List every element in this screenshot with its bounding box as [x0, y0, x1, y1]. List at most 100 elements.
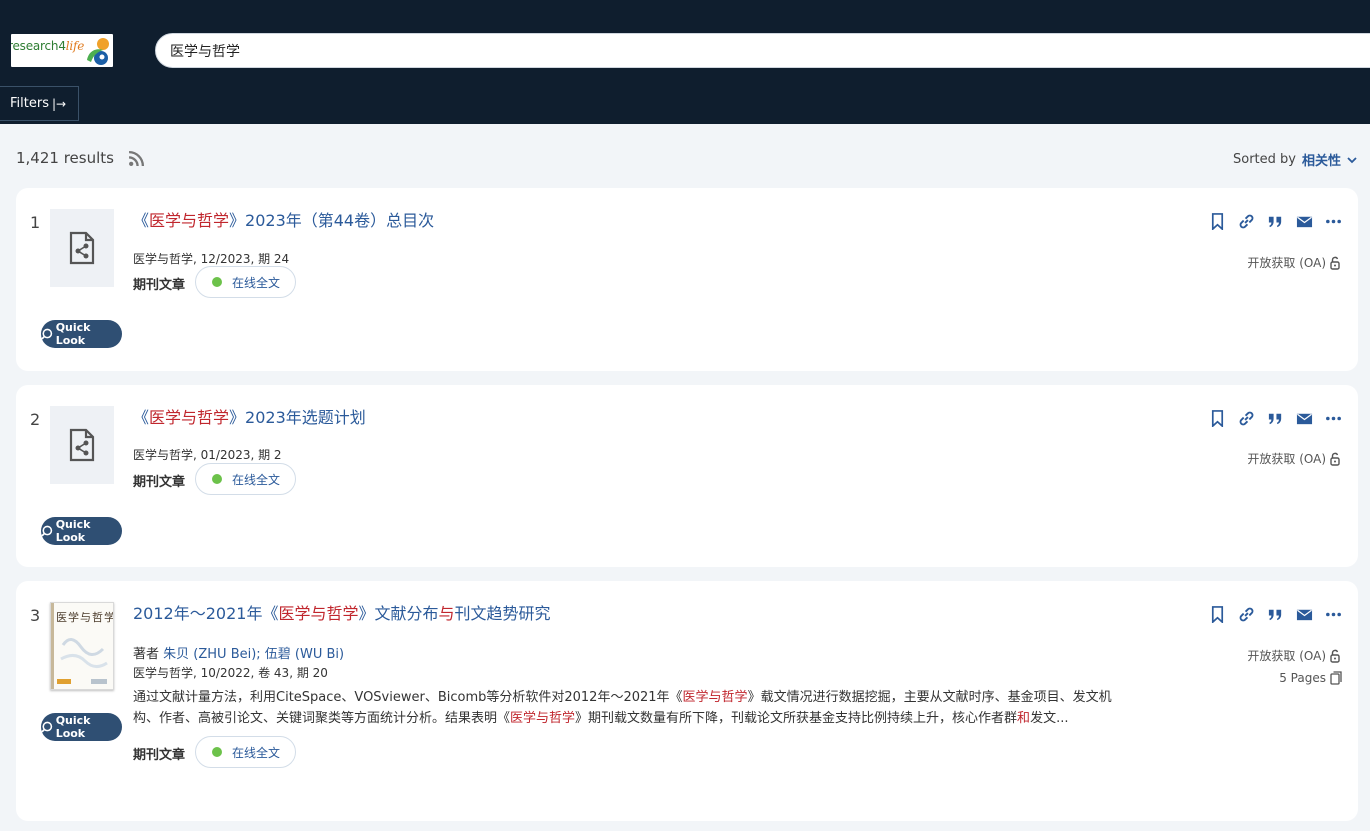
result-number: 3 [30, 606, 41, 625]
document-share-icon [69, 428, 95, 462]
open-access-badge: 开放获取 (OA) [1247, 450, 1340, 467]
permalink-icon[interactable] [1238, 410, 1255, 427]
open-lock-icon [1330, 649, 1340, 663]
content-type: 期刊文章 [133, 278, 186, 293]
open-access-label: 开放获取 (OA) [1247, 256, 1326, 270]
chevron-down-icon [1347, 156, 1357, 163]
result-number: 2 [30, 410, 41, 429]
cover-art-icon [51, 603, 108, 689]
title-part: 》2023年（第44卷）总目次 [229, 211, 435, 230]
logo-text: research4 [11, 38, 66, 53]
permalink-icon[interactable] [1238, 213, 1255, 230]
quick-look-label: Quick Look [55, 321, 91, 347]
content-type: 期刊文章 [133, 475, 186, 490]
search-input[interactable] [156, 34, 1370, 67]
result-abstract: 通过文献计量方法，利用CiteSpace、VOSviewer、Bicomb等分析… [133, 687, 1163, 729]
search-bar[interactable] [155, 33, 1370, 68]
online-fulltext-button[interactable]: 在线全文 [195, 463, 296, 495]
permalink-icon[interactable] [1238, 606, 1255, 623]
sort-value[interactable]: 相关性 [1302, 150, 1341, 169]
bookmark-icon[interactable] [1209, 213, 1226, 230]
result-source-meta: 医学与哲学, 10/2022, 卷 43, 期 20 [133, 666, 328, 680]
title-part: 》2023年选题计划 [229, 408, 366, 427]
logo-mark-icon [87, 38, 109, 65]
online-fulltext-button[interactable]: 在线全文 [195, 266, 296, 298]
quick-look-label: Quick Look [55, 518, 91, 544]
author-links[interactable]: 朱贝 (ZHU Bei); 伍碧 (WU Bi) [163, 647, 344, 662]
open-lock-icon [1330, 452, 1340, 466]
journal-cover-thumbnail[interactable]: 医学与哲学 [50, 602, 114, 690]
document-thumbnail[interactable] [50, 209, 114, 287]
quick-look-button[interactable]: Quick Look [41, 320, 122, 348]
result-authors: 著者 朱贝 (ZHU Bei); 伍碧 (WU Bi) [133, 643, 344, 662]
abstract-highlight: 医学与哲学 [682, 690, 748, 705]
sort-label: Sorted by [1233, 152, 1296, 167]
more-options-icon[interactable] [1325, 410, 1342, 427]
quick-look-icon [41, 721, 53, 733]
panel-open-arrow-icon: |→ [51, 96, 67, 111]
top-bar: research4life Filters |→ [0, 0, 1370, 124]
bookmark-icon[interactable] [1209, 410, 1226, 427]
open-access-label: 开放获取 (OA) [1247, 649, 1326, 663]
abstract-text: 发文... [1030, 711, 1069, 726]
pages-copy-icon [1330, 671, 1342, 685]
abstract-text: 构、作者、高被引论文、关键词聚类等方面统计分析。结果表明《 [133, 711, 511, 726]
result-actions [1209, 410, 1342, 427]
title-part: 》文献分布 [358, 604, 439, 623]
title-part: 2012年～2021年《 [133, 604, 279, 623]
result-title[interactable]: 2012年～2021年《医学与哲学》文献分布与刊文趋势研究 [133, 600, 551, 624]
document-thumbnail[interactable] [50, 406, 114, 484]
more-options-icon[interactable] [1325, 606, 1342, 623]
title-highlight: 医学与哲学 [149, 211, 230, 230]
online-fulltext-button[interactable]: 在线全文 [195, 736, 296, 768]
results-count-text: 1,421 results [16, 149, 114, 167]
result-title[interactable]: 《医学与哲学》2023年选题计划 [133, 404, 366, 428]
abstract-text: 》载文情况进行数据挖掘，主要从文献时序、基金项目、发文机 [747, 690, 1112, 705]
abstract-highlight: 和 [1017, 711, 1031, 726]
result-source-meta: 医学与哲学, 01/2023, 期 2 [133, 448, 282, 462]
more-options-icon[interactable] [1325, 213, 1342, 230]
page-count: 5 Pages [1279, 671, 1342, 685]
document-share-icon [69, 231, 95, 265]
fulltext-label: 在线全文 [232, 745, 281, 760]
title-highlight: 医学与哲学 [149, 408, 230, 427]
abstract-line: 通过文献计量方法，利用CiteSpace、VOSviewer、Bicomb等分析… [133, 687, 1163, 708]
open-access-label: 开放获取 (OA) [1247, 452, 1326, 466]
title-highlight: 与 [438, 604, 455, 623]
abstract-highlight: 医学与哲学 [510, 711, 576, 726]
email-icon[interactable] [1296, 606, 1313, 623]
abstract-line: 构、作者、高被引论文、关键词聚类等方面统计分析。结果表明《医学与哲学》期刊载文数… [133, 708, 1163, 729]
quick-look-button[interactable]: Quick Look [41, 713, 122, 741]
open-access-badge: 开放获取 (OA) [1247, 254, 1340, 271]
research4life-logo[interactable]: research4life [11, 34, 113, 67]
quick-look-button[interactable]: Quick Look [41, 517, 122, 545]
cite-quote-icon[interactable] [1267, 213, 1284, 230]
quick-look-icon [41, 328, 53, 340]
rss-feed-icon[interactable] [128, 150, 145, 167]
filters-button[interactable]: Filters |→ [0, 86, 79, 121]
cite-quote-icon[interactable] [1267, 410, 1284, 427]
available-dot-icon [212, 474, 222, 484]
bookmark-icon[interactable] [1209, 606, 1226, 623]
cite-quote-icon[interactable] [1267, 606, 1284, 623]
open-access-badge: 开放获取 (OA) [1247, 647, 1340, 664]
quick-look-icon [41, 525, 53, 537]
abstract-text: 》期刊载文数量有所下降，刊载论文所获基金支持比例持续上升，核心作者群 [575, 711, 1018, 726]
email-icon[interactable] [1296, 410, 1313, 427]
content-type: 期刊文章 [133, 748, 186, 763]
result-actions [1209, 213, 1342, 230]
sort-control[interactable]: Sorted by 相关性 [1233, 150, 1357, 169]
result-title[interactable]: 《医学与哲学》2023年（第44卷）总目次 [133, 207, 434, 231]
title-part: 《 [133, 408, 150, 427]
authors-label: 著者 [133, 647, 160, 662]
result-source-meta: 医学与哲学, 12/2023, 期 24 [133, 252, 290, 266]
available-dot-icon [212, 277, 222, 287]
fulltext-label: 在线全文 [232, 275, 281, 290]
result-number: 1 [30, 213, 41, 232]
email-icon[interactable] [1296, 213, 1313, 230]
title-part: 刊文趋势研究 [454, 604, 551, 623]
open-lock-icon [1330, 256, 1340, 270]
title-highlight: 医学与哲学 [278, 604, 359, 623]
result-card: 3 医学与哲学 2012年～2021年《医学与哲学》文献分布与刊文趋势研究 著者… [16, 581, 1358, 821]
available-dot-icon [212, 747, 222, 757]
